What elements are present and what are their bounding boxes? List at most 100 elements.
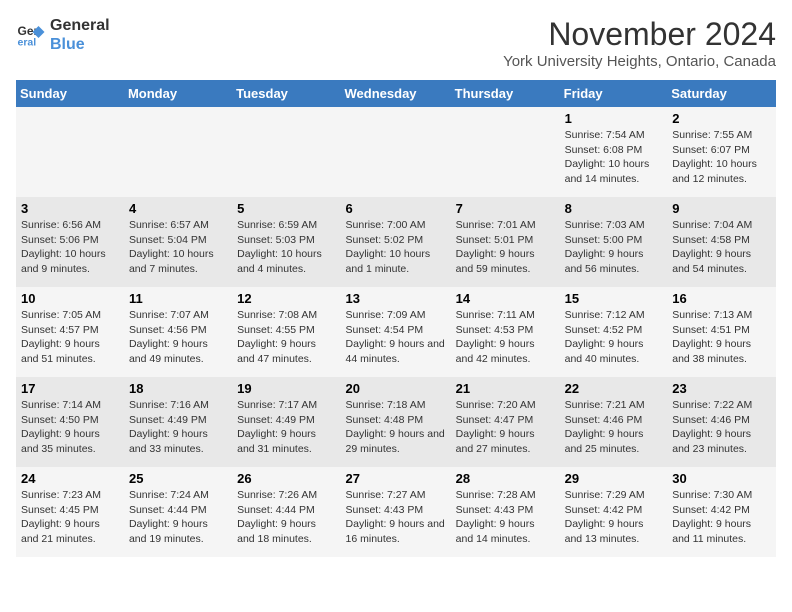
calendar-cell: 19 Sunrise: 7:17 AM Sunset: 4:49 PM Dayli…	[232, 377, 340, 467]
day-number: 21	[456, 381, 555, 396]
day-number: 10	[21, 291, 119, 306]
day-info: Sunrise: 7:28 AM Sunset: 4:43 PM Dayligh…	[456, 488, 555, 547]
day-info: Sunrise: 7:01 AM Sunset: 5:01 PM Dayligh…	[456, 218, 555, 277]
day-number: 3	[21, 201, 119, 216]
day-number: 17	[21, 381, 119, 396]
weekday-header-friday: Friday	[560, 80, 668, 107]
page-subtitle: York University Heights, Ontario, Canada	[503, 53, 776, 70]
day-info: Sunrise: 7:54 AM Sunset: 6:08 PM Dayligh…	[565, 128, 663, 187]
calendar-cell: 10 Sunrise: 7:05 AM Sunset: 4:57 PM Dayli…	[16, 287, 124, 377]
day-info: Sunrise: 7:16 AM Sunset: 4:49 PM Dayligh…	[129, 398, 227, 457]
day-number: 29	[565, 471, 663, 486]
day-info: Sunrise: 7:11 AM Sunset: 4:53 PM Dayligh…	[456, 308, 555, 367]
page-header: Gen eral General Blue November 2024 York…	[16, 16, 776, 70]
day-info: Sunrise: 7:03 AM Sunset: 5:00 PM Dayligh…	[565, 218, 663, 277]
day-number: 7	[456, 201, 555, 216]
title-section: November 2024 York University Heights, O…	[503, 16, 776, 70]
calendar-cell: 25Sunrise: 7:24 AM Sunset: 4:44 PM Dayli…	[124, 467, 232, 557]
logo: Gen eral General Blue	[16, 16, 110, 54]
page-title: November 2024	[503, 16, 776, 53]
svg-text:eral: eral	[18, 37, 37, 49]
calendar-cell: 22Sunrise: 7:21 AM Sunset: 4:46 PM Dayli…	[560, 377, 668, 467]
calendar-cell: 20 Sunrise: 7:18 AM Sunset: 4:48 PM Dayli…	[341, 377, 451, 467]
calendar-cell	[341, 107, 451, 197]
calendar-week-1: 1 Sunrise: 7:54 AM Sunset: 6:08 PM Daylig…	[16, 107, 776, 197]
day-info: Sunrise: 7:12 AM Sunset: 4:52 PM Dayligh…	[565, 308, 663, 367]
day-info: Sunrise: 7:27 AM Sunset: 4:43 PM Dayligh…	[346, 488, 446, 547]
day-number: 18	[129, 381, 227, 396]
day-info: Sunrise: 7:22 AM Sunset: 4:46 PM Dayligh…	[672, 398, 771, 457]
day-info: Sunrise: 7:05 AM Sunset: 4:57 PM Dayligh…	[21, 308, 119, 367]
calendar-cell: 7 Sunrise: 7:01 AM Sunset: 5:01 PM Daylig…	[451, 197, 560, 287]
calendar-cell: 6Sunrise: 7:00 AM Sunset: 5:02 PM Daylig…	[341, 197, 451, 287]
calendar-cell: 24 Sunrise: 7:23 AM Sunset: 4:45 PM Dayli…	[16, 467, 124, 557]
day-info: Sunrise: 7:29 AM Sunset: 4:42 PM Dayligh…	[565, 488, 663, 547]
day-info: Sunrise: 7:20 AM Sunset: 4:47 PM Dayligh…	[456, 398, 555, 457]
day-info: Sunrise: 7:07 AM Sunset: 4:56 PM Dayligh…	[129, 308, 227, 367]
calendar-cell	[16, 107, 124, 197]
calendar-cell: 14 Sunrise: 7:11 AM Sunset: 4:53 PM Dayli…	[451, 287, 560, 377]
calendar-cell: 1 Sunrise: 7:54 AM Sunset: 6:08 PM Daylig…	[560, 107, 668, 197]
day-info: Sunrise: 6:56 AM Sunset: 5:06 PM Dayligh…	[21, 218, 119, 277]
calendar-cell: 28 Sunrise: 7:28 AM Sunset: 4:43 PM Dayli…	[451, 467, 560, 557]
calendar-cell: 3 Sunrise: 6:56 AM Sunset: 5:06 PM Daylig…	[16, 197, 124, 287]
calendar-cell: 12 Sunrise: 7:08 AM Sunset: 4:55 PM Dayli…	[232, 287, 340, 377]
day-number: 13	[346, 291, 446, 306]
calendar-cell: 15Sunrise: 7:12 AM Sunset: 4:52 PM Dayli…	[560, 287, 668, 377]
calendar-cell: 8 Sunrise: 7:03 AM Sunset: 5:00 PM Daylig…	[560, 197, 668, 287]
calendar-cell: 30 Sunrise: 7:30 AM Sunset: 4:42 PM Dayli…	[667, 467, 776, 557]
calendar-cell	[124, 107, 232, 197]
day-info: Sunrise: 7:30 AM Sunset: 4:42 PM Dayligh…	[672, 488, 771, 547]
day-number: 5	[237, 201, 335, 216]
day-number: 2	[672, 111, 771, 126]
calendar-cell: 2Sunrise: 7:55 AM Sunset: 6:07 PM Daylig…	[667, 107, 776, 197]
calendar-cell: 23 Sunrise: 7:22 AM Sunset: 4:46 PM Dayli…	[667, 377, 776, 467]
day-number: 26	[237, 471, 335, 486]
weekday-header-tuesday: Tuesday	[232, 80, 340, 107]
day-info: Sunrise: 7:24 AM Sunset: 4:44 PM Dayligh…	[129, 488, 227, 547]
weekday-header-sunday: Sunday	[16, 80, 124, 107]
weekday-header-wednesday: Wednesday	[341, 80, 451, 107]
day-info: Sunrise: 7:17 AM Sunset: 4:49 PM Dayligh…	[237, 398, 335, 457]
calendar-week-2: 3 Sunrise: 6:56 AM Sunset: 5:06 PM Daylig…	[16, 197, 776, 287]
calendar-cell: 29 Sunrise: 7:29 AM Sunset: 4:42 PM Dayli…	[560, 467, 668, 557]
calendar-header: SundayMondayTuesdayWednesdayThursdayFrid…	[16, 80, 776, 107]
calendar-cell: 13 Sunrise: 7:09 AM Sunset: 4:54 PM Dayli…	[341, 287, 451, 377]
day-info: Sunrise: 7:26 AM Sunset: 4:44 PM Dayligh…	[237, 488, 335, 547]
day-info: Sunrise: 7:23 AM Sunset: 4:45 PM Dayligh…	[21, 488, 119, 547]
calendar-cell: 16Sunrise: 7:13 AM Sunset: 4:51 PM Dayli…	[667, 287, 776, 377]
day-number: 8	[565, 201, 663, 216]
calendar-week-3: 10 Sunrise: 7:05 AM Sunset: 4:57 PM Dayli…	[16, 287, 776, 377]
calendar-cell: 9 Sunrise: 7:04 AM Sunset: 4:58 PM Daylig…	[667, 197, 776, 287]
day-number: 12	[237, 291, 335, 306]
day-number: 24	[21, 471, 119, 486]
day-number: 20	[346, 381, 446, 396]
day-info: Sunrise: 6:59 AM Sunset: 5:03 PM Dayligh…	[237, 218, 335, 277]
calendar-week-4: 17 Sunrise: 7:14 AM Sunset: 4:50 PM Dayli…	[16, 377, 776, 467]
day-number: 1	[565, 111, 663, 126]
day-number: 28	[456, 471, 555, 486]
day-number: 19	[237, 381, 335, 396]
calendar-cell: 27 Sunrise: 7:27 AM Sunset: 4:43 PM Dayli…	[341, 467, 451, 557]
day-number: 9	[672, 201, 771, 216]
day-number: 23	[672, 381, 771, 396]
calendar-cell: 18 Sunrise: 7:16 AM Sunset: 4:49 PM Dayli…	[124, 377, 232, 467]
day-number: 14	[456, 291, 555, 306]
day-info: Sunrise: 7:14 AM Sunset: 4:50 PM Dayligh…	[21, 398, 119, 457]
calendar-cell	[232, 107, 340, 197]
day-info: Sunrise: 7:18 AM Sunset: 4:48 PM Dayligh…	[346, 398, 446, 457]
day-info: Sunrise: 7:08 AM Sunset: 4:55 PM Dayligh…	[237, 308, 335, 367]
weekday-header-monday: Monday	[124, 80, 232, 107]
calendar-week-5: 24 Sunrise: 7:23 AM Sunset: 4:45 PM Dayli…	[16, 467, 776, 557]
calendar-cell	[451, 107, 560, 197]
calendar-table: SundayMondayTuesdayWednesdayThursdayFrid…	[16, 80, 776, 557]
day-info: Sunrise: 7:09 AM Sunset: 4:54 PM Dayligh…	[346, 308, 446, 367]
day-info: Sunrise: 7:04 AM Sunset: 4:58 PM Dayligh…	[672, 218, 771, 277]
day-number: 30	[672, 471, 771, 486]
day-number: 27	[346, 471, 446, 486]
day-number: 11	[129, 291, 227, 306]
weekday-header-thursday: Thursday	[451, 80, 560, 107]
calendar-cell: 17 Sunrise: 7:14 AM Sunset: 4:50 PM Dayli…	[16, 377, 124, 467]
day-info: Sunrise: 7:00 AM Sunset: 5:02 PM Dayligh…	[346, 218, 446, 277]
calendar-cell: 26 Sunrise: 7:26 AM Sunset: 4:44 PM Dayli…	[232, 467, 340, 557]
